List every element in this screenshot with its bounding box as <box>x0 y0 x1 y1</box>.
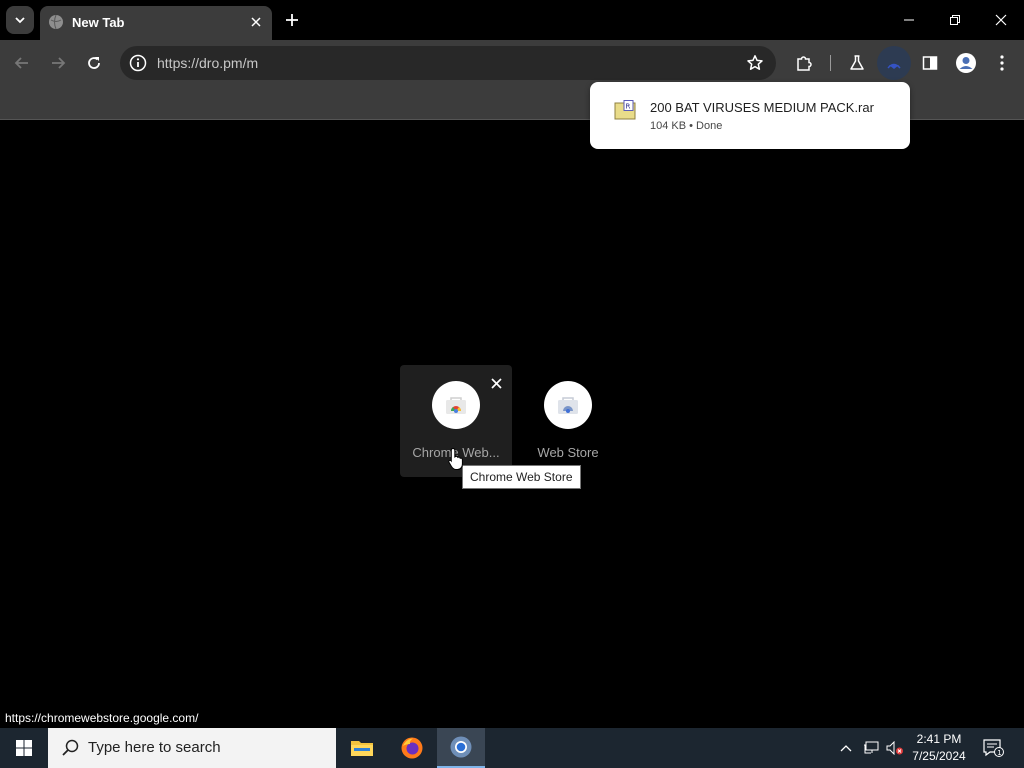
labs-button[interactable] <box>841 47 873 79</box>
taskbar-chrome[interactable] <box>437 728 485 768</box>
back-button[interactable] <box>6 47 38 79</box>
star-icon <box>747 55 763 70</box>
side-panel-button[interactable] <box>914 47 946 79</box>
chevron-down-icon <box>15 17 25 24</box>
site-info-icon[interactable] <box>126 51 150 75</box>
taskbar-search-box[interactable]: Type here to search <box>48 728 336 768</box>
shortcut-label: Web Store <box>537 445 599 460</box>
toolbar-separator <box>830 55 831 71</box>
download-bubble: R 200 BAT VIRUSES MEDIUM PACK.rar 104 KB… <box>590 82 910 149</box>
kebab-menu-icon <box>1000 55 1004 71</box>
globe-icon <box>49 14 63 30</box>
taskbar: Type here to search 2:41 PM 7/25/2024 1 <box>0 728 1024 768</box>
network-icon-button[interactable] <box>860 728 882 768</box>
svg-text:R: R <box>626 103 631 111</box>
network-icon <box>864 741 879 754</box>
download-button[interactable] <box>877 46 911 80</box>
taskbar-clock[interactable]: 2:41 PM 7/25/2024 <box>906 731 972 765</box>
shortcut-favicon <box>544 381 592 429</box>
restore-icon <box>950 15 960 25</box>
shortcut-favicon <box>432 381 480 429</box>
chevron-up-icon <box>840 745 852 752</box>
address-bar[interactable]: https://dro.pm/m <box>120 46 776 80</box>
title-bar: New Tab <box>0 0 1024 40</box>
notification-count: 1 <box>997 749 1001 757</box>
download-icon <box>887 63 901 69</box>
profile-button[interactable] <box>950 47 982 79</box>
close-icon <box>995 14 1007 26</box>
minimize-icon <box>904 19 914 21</box>
rar-file-icon: R <box>614 100 636 120</box>
start-button[interactable] <box>0 728 48 768</box>
close-tab-button[interactable] <box>246 12 266 32</box>
download-filename[interactable]: 200 BAT VIRUSES MEDIUM PACK.rar <box>650 100 874 116</box>
volume-icon-button[interactable] <box>884 728 906 768</box>
close-window-button[interactable] <box>978 0 1024 40</box>
shortcut-web-store[interactable]: Web Store <box>512 365 624 477</box>
arrow-left-icon <box>14 57 28 69</box>
clock-time: 2:41 PM <box>916 732 962 746</box>
avatar-icon <box>956 53 976 73</box>
search-icon <box>62 739 79 756</box>
toolbar: https://dro.pm/m <box>0 40 1024 86</box>
bookmark-star-button[interactable] <box>744 52 766 74</box>
folder-icon <box>351 741 373 756</box>
forward-button[interactable] <box>42 47 74 79</box>
notification-icon: 1 <box>983 739 1004 757</box>
close-icon <box>251 17 261 27</box>
url-text[interactable]: https://dro.pm/m <box>157 55 258 71</box>
flask-icon <box>850 55 864 70</box>
puzzle-icon <box>797 56 812 71</box>
tab-search-button[interactable] <box>6 6 34 34</box>
close-icon <box>490 377 502 389</box>
arrow-right-icon <box>52 57 66 69</box>
remove-shortcut-button[interactable] <box>486 373 506 393</box>
restore-button[interactable] <box>932 0 978 40</box>
chrome-web-store-icon <box>446 397 466 414</box>
extensions-button[interactable] <box>788 47 820 79</box>
web-store-icon <box>558 397 578 414</box>
hand-cursor-icon <box>448 447 463 470</box>
reload-button[interactable] <box>78 47 110 79</box>
show-hidden-icons-button[interactable] <box>836 728 856 768</box>
plus-icon <box>286 14 298 26</box>
new-tab-button[interactable] <box>280 8 304 32</box>
taskbar-file-explorer[interactable] <box>338 728 386 768</box>
menu-button[interactable] <box>986 47 1018 79</box>
download-status: 104 KB • Done <box>650 120 723 132</box>
shortcut-tooltip: Chrome Web Store <box>462 465 581 489</box>
side-panel-icon <box>922 56 938 70</box>
windows-logo-icon <box>16 740 32 756</box>
clock-date: 7/25/2024 <box>912 749 966 763</box>
taskbar-firefox[interactable] <box>388 728 436 768</box>
chrome-icon <box>450 736 472 758</box>
tab-title: New Tab <box>72 15 125 30</box>
minimize-button[interactable] <box>886 0 932 40</box>
taskbar-search-placeholder: Type here to search <box>88 739 221 756</box>
firefox-icon <box>401 737 423 759</box>
volume-muted-icon <box>886 741 903 755</box>
link-status-bubble: https://chromewebstore.google.com/ <box>0 708 204 728</box>
reload-icon <box>88 57 100 69</box>
tab-new-tab[interactable]: New Tab <box>40 6 272 40</box>
action-center-button[interactable]: 1 <box>980 728 1006 768</box>
